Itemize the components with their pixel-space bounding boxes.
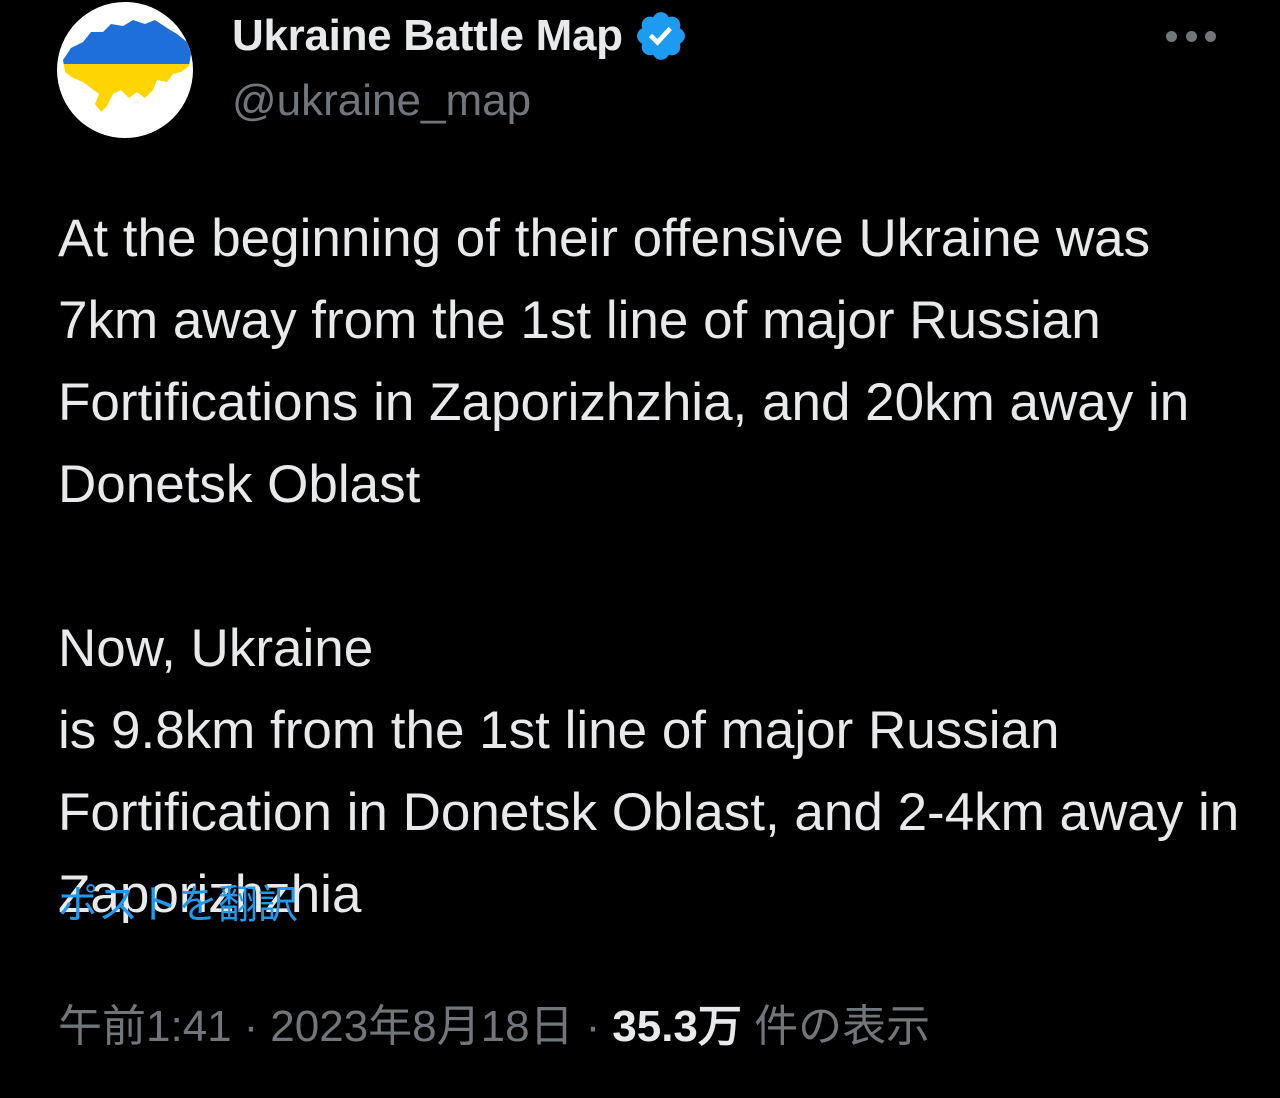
tweet-paragraph-1: At the beginning of their offensive Ukra… [58,209,1190,514]
avatar[interactable] [57,2,193,138]
meta-separator: · [243,1002,259,1051]
post-date[interactable]: 2023年8月18日 [270,1002,573,1051]
more-dot [1185,30,1197,42]
tweet-text: At the beginning of their offensive Ukra… [58,198,1248,936]
more-options-icon[interactable] [1166,24,1216,48]
ukraine-map-flag-icon [63,20,191,112]
account-name-row: Ukraine Battle Map [232,6,689,66]
tweet-meta: 午前1:41 · 2023年8月18日 · 35.3万 件の表示 [58,990,930,1054]
ukraine-flag-icon [394,622,462,672]
views-label: 件の表示 [754,1002,931,1051]
account-handle[interactable]: @ukraine_map [232,76,531,126]
translate-post-link[interactable]: ポストを翻訳 [58,872,298,930]
verified-badge-icon[interactable] [633,8,689,64]
post-time[interactable]: 午前1:41 [58,1002,232,1051]
more-dot [1205,30,1216,42]
meta-separator: · [585,1002,601,1051]
tweet-paragraph-2: Now, Ukraine [58,608,1248,690]
views-count[interactable]: 35.3万 [612,1002,742,1051]
tweet-paragraph-2-start: Now, Ukraine [58,619,374,678]
display-name[interactable]: Ukraine Battle Map [232,11,623,61]
more-dot [1166,30,1177,42]
